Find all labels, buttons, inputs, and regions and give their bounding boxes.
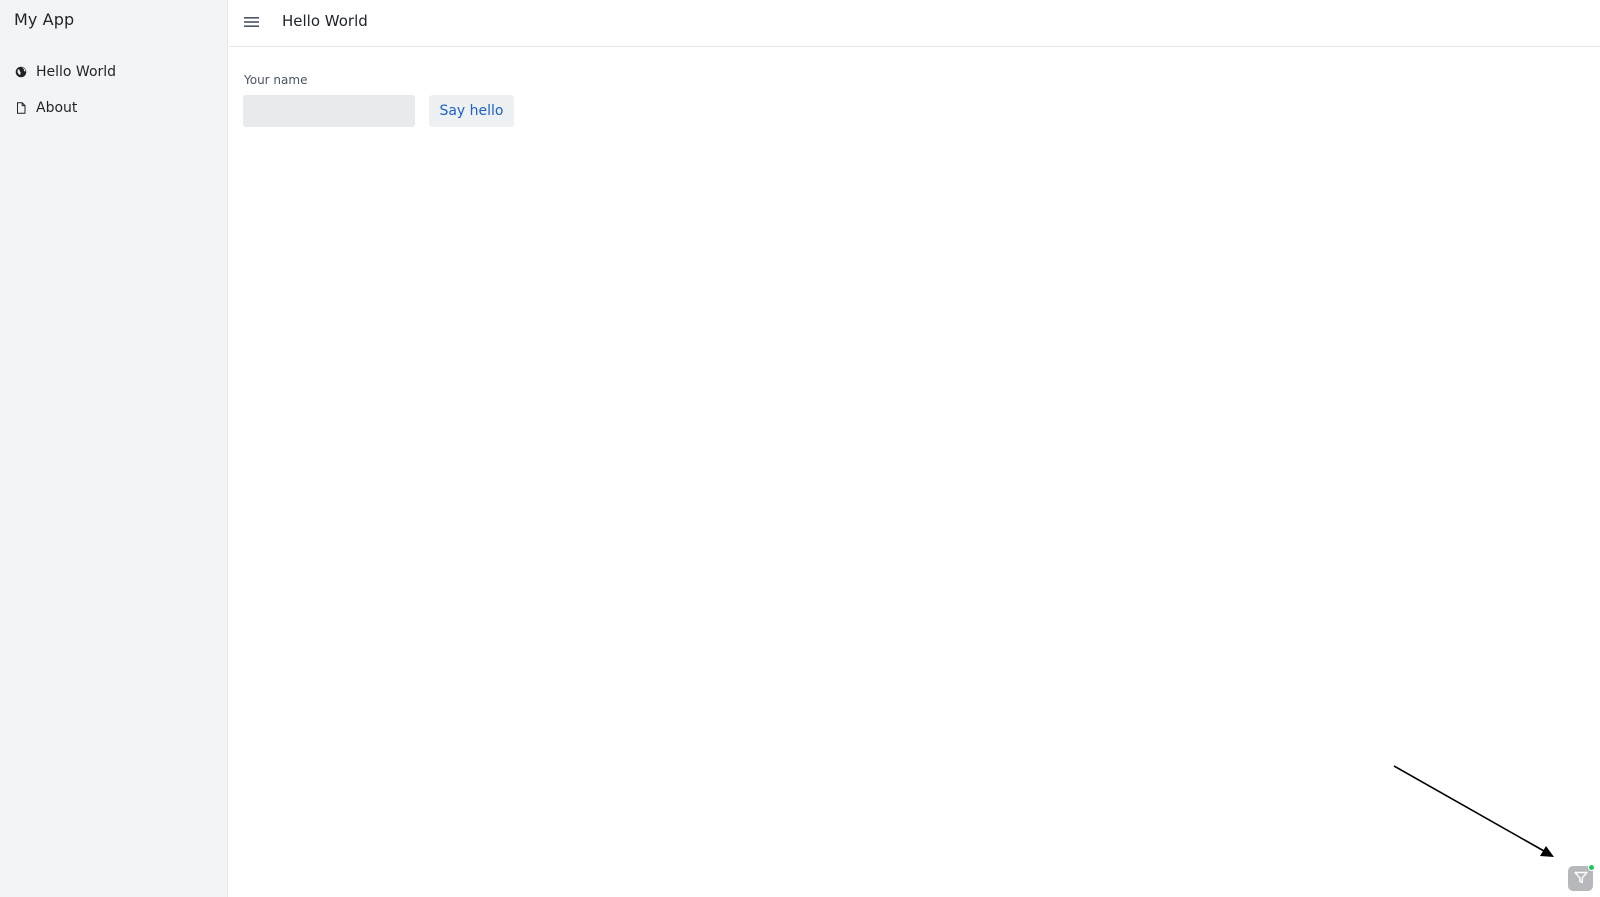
funnel-icon: [1573, 869, 1588, 888]
app-title: My App: [14, 10, 75, 29]
main-content: Hello World Your name Say hello: [229, 0, 1600, 897]
status-dot: [1588, 864, 1595, 871]
sidebar-item-label: Hello World: [36, 64, 117, 80]
say-hello-button[interactable]: Say hello: [429, 95, 514, 127]
filter-widget-button[interactable]: [1568, 864, 1595, 891]
hamburger-menu-icon: [243, 13, 259, 32]
file-icon: [15, 102, 27, 114]
sidebar-item-hello-world[interactable]: Hello World: [0, 58, 228, 86]
top-bar: Hello World: [229, 0, 1600, 47]
menu-toggle-button[interactable]: [241, 12, 261, 32]
sidebar-item-label: About: [36, 100, 78, 116]
app-window: My App Hello World About Hello World You…: [0, 0, 1600, 897]
globe-icon: [15, 66, 27, 78]
sidebar: My App Hello World About: [0, 0, 228, 897]
sidebar-nav: Hello World About: [0, 58, 228, 130]
name-field-label: Your name: [244, 73, 308, 87]
sidebar-item-about[interactable]: About: [0, 94, 228, 122]
page-title: Hello World: [282, 12, 368, 30]
name-input[interactable]: [243, 95, 415, 127]
